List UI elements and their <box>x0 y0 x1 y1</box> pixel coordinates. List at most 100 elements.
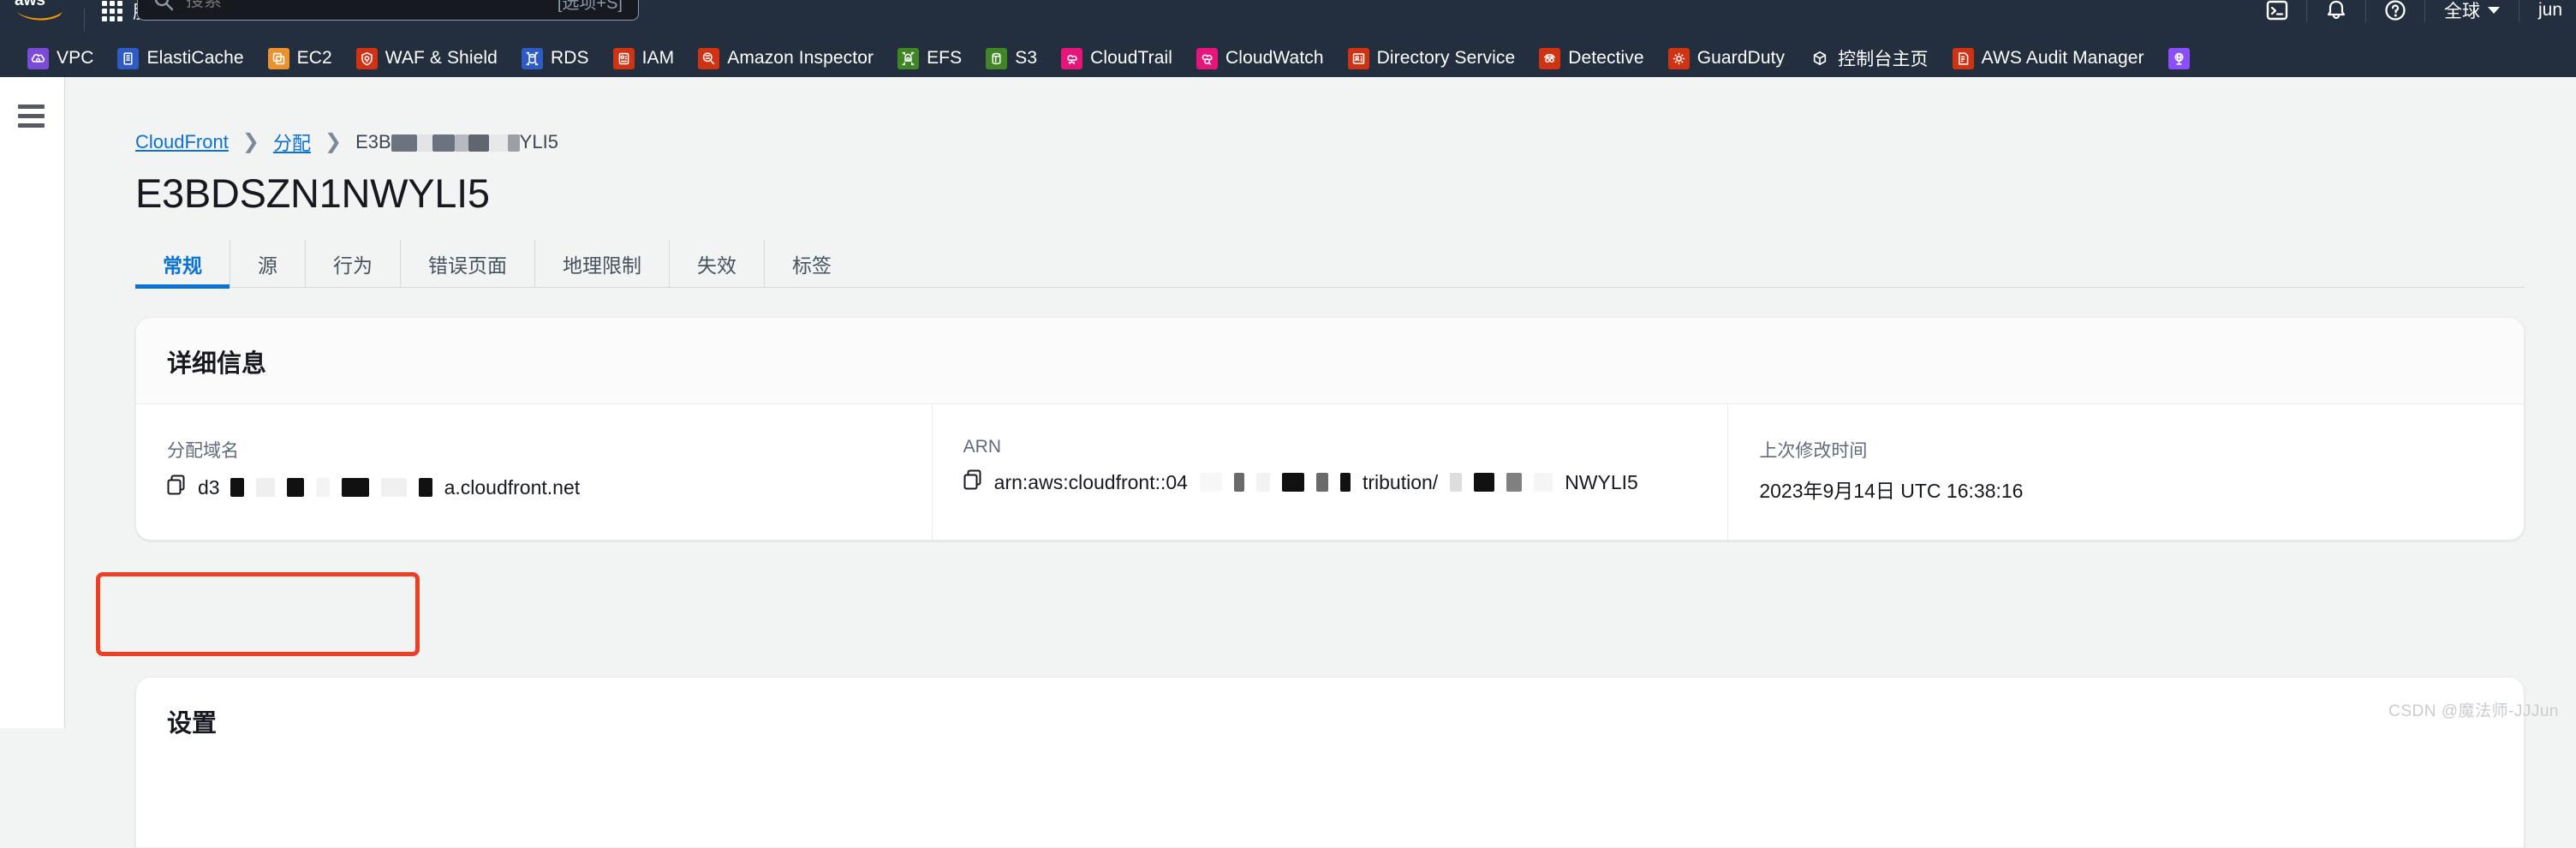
service-shortcut-label: CloudWatch <box>1225 48 1324 69</box>
vpc-icon <box>27 48 49 69</box>
service-shortcut-label: CloudTrail <box>1090 48 1172 69</box>
service-shortcut-waf-shield[interactable]: WAF & Shield <box>344 39 510 77</box>
service-shortcut-efs[interactable]: EFS <box>886 39 974 77</box>
field-value: d3a.cloudfront.net <box>167 475 901 500</box>
redaction-block <box>1450 473 1462 492</box>
menu-toggle-icon[interactable] <box>18 105 45 133</box>
service-shortcut-s3[interactable]: S3 <box>974 39 1049 77</box>
region-selector[interactable]: 全球 <box>2430 0 2513 23</box>
copy-icon[interactable] <box>167 475 186 500</box>
cloudwatch-icon <box>1196 48 1218 69</box>
audit-manager-icon <box>1953 48 1974 69</box>
redaction-block <box>1340 473 1351 492</box>
field-label: 分配域名 <box>167 437 901 463</box>
waf-shield-icon <box>356 48 378 69</box>
nav-divider <box>2306 0 2307 22</box>
redaction-block <box>455 134 468 152</box>
notifications-icon[interactable] <box>2312 0 2360 30</box>
service-shortcut-label: S3 <box>1015 48 1037 69</box>
tab-label: 地理限制 <box>563 249 641 278</box>
redaction-block <box>1474 473 1494 492</box>
aws-logo[interactable]: aws <box>0 0 79 39</box>
left-rail <box>0 77 65 728</box>
tab-3[interactable]: 错误页面 <box>401 240 535 288</box>
account-label: jun <box>2538 0 2562 21</box>
arn-mid: tribution/ <box>1363 471 1438 494</box>
service-shortcut-iam[interactable]: IAM <box>601 39 687 77</box>
service-shortcut-cloudwatch[interactable]: CloudWatch <box>1184 39 1336 77</box>
service-shortcut-cloudtrail[interactable]: CloudTrail <box>1049 39 1184 77</box>
tab-2[interactable]: 行为 <box>306 240 401 288</box>
search-icon <box>153 0 174 11</box>
service-shortcut-label: VPC <box>57 48 93 69</box>
global-search-box[interactable]: [选项+S] <box>137 0 639 21</box>
service-shortcut-label: WAF & Shield <box>385 48 498 69</box>
annotation-highlight-box <box>96 572 420 656</box>
tab-label: 失效 <box>697 249 736 278</box>
tab-5[interactable]: 失效 <box>670 240 765 288</box>
region-label: 全球 <box>2444 0 2480 23</box>
detective-icon <box>1539 48 1560 69</box>
breadcrumb-item-cloudfront[interactable]: CloudFront <box>135 131 229 153</box>
tab-label: 错误页面 <box>428 249 507 278</box>
search-shortcut-hint: [选项+S] <box>558 0 623 14</box>
redaction-block <box>1316 473 1328 492</box>
service-shortcut-ec2[interactable]: EC2 <box>256 39 344 77</box>
field-label: 上次修改时间 <box>1759 437 2493 463</box>
service-shortcut-vpc[interactable]: VPC <box>15 39 105 77</box>
redaction-block <box>391 134 417 152</box>
field-last-modified: 上次修改时间 2023年9月14日 UTC 16:38:16 <box>1728 404 2524 540</box>
service-shortcut-控制台主页[interactable]: 控制台主页 <box>1797 39 1941 77</box>
details-card-body: 分配域名 d3a.cloudfront.net ARN <box>136 403 2524 540</box>
redaction-block <box>417 134 432 152</box>
cloudshell-icon[interactable] <box>2253 0 2301 30</box>
tab-label: 常规 <box>163 249 202 278</box>
service-shortcut-label: RDS <box>551 48 589 69</box>
field-distribution-domain-name: 分配域名 d3a.cloudfront.net <box>136 404 933 540</box>
nav-divider <box>2365 0 2366 22</box>
field-arn: ARN arn:aws:cloudfront::04tribution/NWYL… <box>933 404 1729 540</box>
domain-suffix: a.cloudfront.net <box>444 476 581 499</box>
service-shortcut-guardduty[interactable]: GuardDuty <box>1656 39 1797 77</box>
redaction-block <box>432 134 455 152</box>
help-icon[interactable] <box>2371 0 2419 30</box>
redaction-block <box>1234 473 1244 492</box>
svg-text:aws: aws <box>15 0 45 9</box>
last-modified-value: 2023年9月14日 UTC 16:38:16 <box>1759 475 2023 504</box>
page-title: E3BDSZN1NWYLI5 <box>135 170 490 217</box>
service-shortcut-rds[interactable]: RDS <box>510 39 601 77</box>
service-shortcut-label: Amazon Inspector <box>727 48 874 69</box>
search-input[interactable] <box>186 0 546 11</box>
tab-4[interactable]: 地理限制 <box>535 240 670 288</box>
efs-icon <box>897 48 919 69</box>
service-shortcut-amazon-inspector[interactable]: Amazon Inspector <box>686 39 886 77</box>
account-menu[interactable]: jun <box>2525 0 2576 21</box>
redaction-block <box>489 134 508 152</box>
tab-6[interactable]: 标签 <box>765 240 859 288</box>
service-shortcut-detective[interactable]: Detective <box>1527 39 1655 77</box>
copy-icon[interactable] <box>963 469 982 495</box>
service-shortcut-label: AWS Audit Manager <box>1982 48 2144 69</box>
service-shortcut-elasticache[interactable]: ElastiCache <box>105 39 255 77</box>
directory-service-icon <box>1348 48 1369 69</box>
redaction-block <box>419 478 432 497</box>
tab-0[interactable]: 常规 <box>135 240 230 288</box>
service-shortcut-item-16[interactable] <box>2156 39 2202 77</box>
service-shortcut-label: IAM <box>642 48 675 69</box>
redaction-block <box>468 134 489 152</box>
tab-1[interactable]: 源 <box>230 240 306 288</box>
chevron-down-icon <box>2488 7 2500 14</box>
breadcrumb-item-distributions[interactable]: 分配 <box>273 128 311 156</box>
watermark: CSDN @魔法师-JJJun <box>2388 698 2559 721</box>
arn-suffix: NWYLI5 <box>1565 471 1638 494</box>
iam-icon <box>613 48 635 69</box>
redaction-block <box>1506 473 1522 492</box>
main-content: CloudFront ❯ 分配 ❯ E3BYLI5 E3BDSZN1NWYLI5… <box>65 77 2576 728</box>
service-shortcut-directory-service[interactable]: Directory Service <box>1336 39 1528 77</box>
tab-label: 源 <box>258 249 277 278</box>
topnav-right-group: 全球 jun <box>2253 0 2576 39</box>
service-shortcut-aws-audit-manager[interactable]: AWS Audit Manager <box>1941 39 2156 77</box>
redaction-block <box>1534 473 1553 492</box>
field-value: arn:aws:cloudfront::04tribution/NWYLI5 <box>963 469 1697 495</box>
settings-card-title: 设置 <box>136 678 2524 739</box>
